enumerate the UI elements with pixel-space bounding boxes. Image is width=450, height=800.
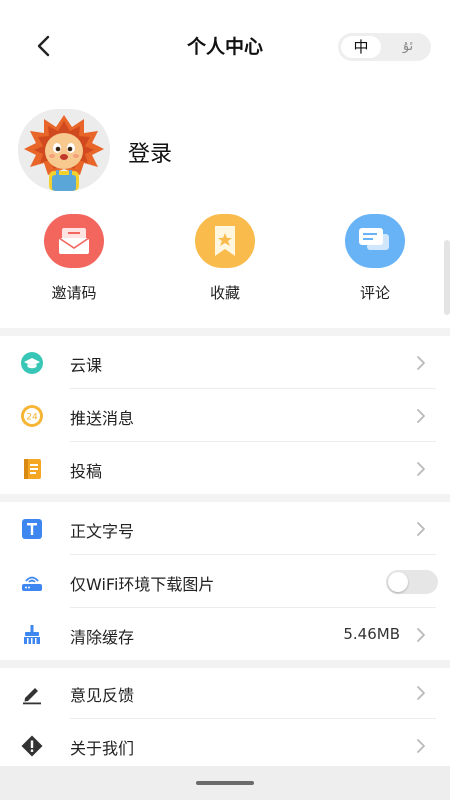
home-indicator[interactable] xyxy=(196,781,254,785)
chevron-right-icon xyxy=(417,356,425,370)
bookmark-icon xyxy=(195,214,255,268)
comment-icon xyxy=(345,214,405,268)
text-size-icon xyxy=(22,519,42,539)
menu-item-cloud-course[interactable]: 云课 xyxy=(0,336,450,389)
app-header: 个人中心 中 ئۇ xyxy=(0,0,450,94)
login-link[interactable]: 登录 xyxy=(128,136,172,168)
chevron-right-icon xyxy=(417,522,425,536)
chevron-right-icon xyxy=(417,409,425,423)
comments-label: 评论 xyxy=(359,284,390,302)
menu-label: 正文字号 xyxy=(70,522,135,541)
chevron-right-icon xyxy=(417,462,425,476)
section-divider xyxy=(0,328,450,336)
pencil-icon xyxy=(23,688,41,705)
menu-label: 清除缓存 xyxy=(70,628,135,647)
menu-label: 云课 xyxy=(70,356,103,375)
invite-code-label: 邀请码 xyxy=(51,284,97,302)
notebook-icon xyxy=(24,459,41,479)
comments-button[interactable]: 评论 xyxy=(325,214,425,310)
menu-item-submit-article[interactable]: 投稿 xyxy=(0,442,450,495)
lang-option-chinese[interactable]: 中 xyxy=(341,36,381,58)
svg-text:24: 24 xyxy=(26,413,38,423)
menu-item-push-messages[interactable]: 24 推送消息 xyxy=(0,389,450,442)
lion-mascot-avatar xyxy=(18,109,110,191)
menu-label: 投稿 xyxy=(70,462,103,481)
info-diamond-icon xyxy=(21,735,43,757)
cache-size-value: 5.46MB xyxy=(343,625,400,643)
chevron-right-icon xyxy=(417,628,425,642)
menu-item-clear-cache[interactable]: 清除缓存 5.46MB xyxy=(0,608,450,661)
menu-label: 推送消息 xyxy=(70,409,135,428)
24h-clock-icon: 24 xyxy=(21,405,43,427)
section-divider xyxy=(0,494,450,502)
broom-icon xyxy=(24,625,40,644)
language-switcher[interactable]: 中 ئۇ xyxy=(338,33,431,61)
menu-label: 仅WiFi环境下载图片 xyxy=(70,575,215,594)
graduation-cap-icon xyxy=(21,352,43,374)
chevron-right-icon xyxy=(417,739,425,753)
mail-invite-icon xyxy=(44,214,104,268)
toggle-knob xyxy=(388,572,408,592)
wifi-only-toggle[interactable] xyxy=(386,570,438,594)
menu-item-wifi-only-images: 仅WiFi环境下载图片 xyxy=(0,555,450,608)
invite-code-button[interactable]: 邀请码 xyxy=(24,214,124,310)
menu-item-about-us[interactable]: 关于我们 xyxy=(0,719,450,772)
lang-option-uyghur[interactable]: ئۇ xyxy=(390,36,426,58)
menu-label: 意见反馈 xyxy=(70,686,135,705)
avatar[interactable] xyxy=(18,109,110,191)
chevron-right-icon xyxy=(417,686,425,700)
router-icon xyxy=(22,576,42,591)
menu-label: 关于我们 xyxy=(70,739,135,758)
menu-item-feedback[interactable]: 意见反馈 xyxy=(0,666,450,719)
favorites-button[interactable]: 收藏 xyxy=(175,214,275,310)
menu-item-font-size[interactable]: 正文字号 xyxy=(0,502,450,555)
scrollbar[interactable] xyxy=(444,240,450,315)
system-navigation-bar xyxy=(0,766,450,800)
favorites-label: 收藏 xyxy=(209,284,240,302)
